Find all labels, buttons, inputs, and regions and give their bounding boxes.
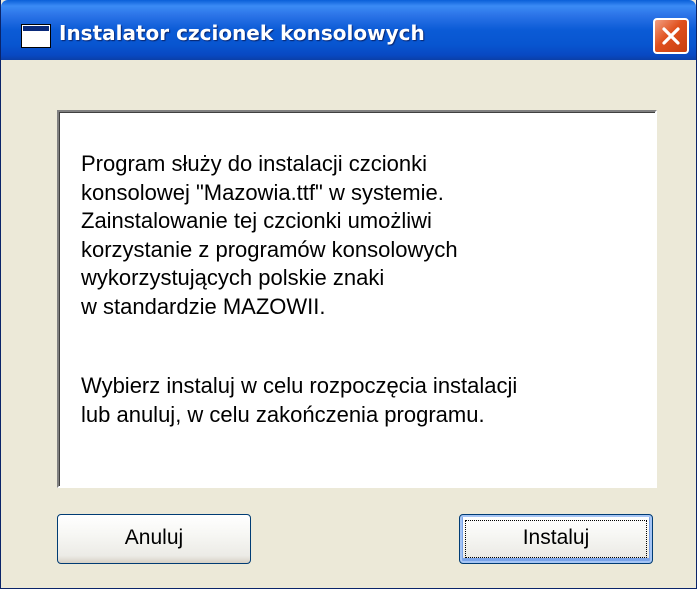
install-button-label: Instaluj (522, 526, 590, 549)
description-panel: Program służy do instalacji czcionki kon… (57, 110, 657, 488)
window-title: Instalator czcionek konsolowych (59, 21, 425, 45)
instruction-text: Wybierz instaluj w celu rozpoczęcia inst… (81, 373, 518, 427)
cancel-button[interactable]: Anuluj (57, 514, 251, 564)
close-button[interactable] (653, 18, 689, 54)
close-icon (662, 27, 680, 45)
installer-dialog: Instalator czcionek konsolowych Program … (0, 0, 697, 589)
application-window-icon (21, 24, 51, 48)
install-button[interactable]: Instaluj (459, 514, 653, 564)
title-bar[interactable]: Instalator czcionek konsolowych (1, 0, 696, 60)
description-text: Program służy do instalacji czcionki kon… (81, 151, 458, 319)
